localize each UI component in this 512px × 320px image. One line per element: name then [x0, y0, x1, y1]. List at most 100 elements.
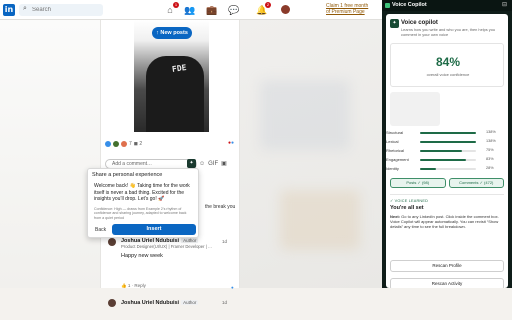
metric-track	[420, 150, 476, 152]
metric-track	[420, 132, 476, 134]
all-set-title: You're all set	[390, 205, 424, 211]
linkedin-logo-icon[interactable]: in	[3, 4, 15, 16]
notifications-icon[interactable]: 🔔 2	[256, 2, 271, 16]
commenter-avatar[interactable]	[108, 299, 116, 307]
metric-value: 138%	[486, 130, 496, 134]
emoji-icon[interactable]: ☺	[199, 161, 205, 167]
commenter-name[interactable]: Joshua Uriel Ndubuisi	[121, 300, 179, 306]
metric-fill	[420, 132, 476, 134]
confidence-card: 84% overall voice confidence	[390, 43, 504, 87]
suggested-comment-text: Welcome back! 👋 Taking time for the work…	[94, 183, 190, 202]
metric-row: Engagement 83%	[386, 157, 508, 163]
like-reaction-icon	[105, 141, 111, 147]
partial-comment-text: the break you	[205, 204, 236, 210]
gif-button[interactable]: GIF	[208, 161, 218, 167]
close-icon[interactable]: ⊟	[502, 1, 507, 8]
metric-value: 138%	[486, 139, 496, 143]
commenter-headline: Product Designer(UI/UX) | Framer Develop…	[121, 244, 213, 249]
extension-header-title: Voice Copilot	[392, 2, 427, 8]
metric-fill	[420, 141, 476, 143]
voice-chart-placeholder	[390, 92, 440, 126]
rescan-activity-button[interactable]: Rescan Activity	[390, 278, 504, 288]
divider	[390, 194, 504, 195]
notifications-badge: 2	[265, 2, 271, 8]
metric-label: Rhetorical	[386, 148, 405, 153]
search-input[interactable]	[32, 6, 98, 14]
voice-learned-label: ✓ VOICE LEARNED	[390, 199, 429, 203]
comment-actions: 👍 1 · Reply	[121, 283, 146, 288]
comment-count-icon: ◼ 2	[133, 141, 143, 147]
extension-panel: ✦ Voice copilot Learns how you write and…	[386, 14, 508, 288]
metric-row: Lexical 138%	[386, 139, 508, 145]
left-sidebar-blurred	[0, 20, 100, 288]
next-steps-text: Next: Go to any LinkedIn post. Click ins…	[390, 214, 502, 230]
premium-link[interactable]: Claim 1 free month of Premium Page	[326, 3, 370, 15]
reactions-summary[interactable]: 7 ◼ 2	[105, 140, 142, 148]
metric-track	[420, 159, 476, 161]
metric-value: 75%	[486, 148, 494, 152]
comment-time: 1d	[222, 300, 228, 305]
comment-item: Joshua Uriel Ndubuisi Author	[121, 300, 231, 306]
love-reaction-icon	[121, 141, 127, 147]
confidence-label: overall voice confidence	[426, 72, 470, 77]
author-badge: Author	[181, 300, 199, 305]
home-icon[interactable]: ⌂ 1	[164, 2, 179, 16]
popup-title: Share a personal experience	[92, 172, 163, 178]
linkedin-topbar: in ⌕ ⌂1 👥 💼 💬 🔔2 Claim 1 free month of P…	[0, 0, 382, 20]
metric-track	[420, 168, 476, 170]
comment-text: Happy new week	[121, 253, 163, 259]
jobs-icon[interactable]: 💼	[206, 4, 218, 16]
new-posts-button[interactable]: ↑ New posts	[152, 27, 192, 39]
metric-fill	[420, 168, 436, 170]
metric-label: Lexical	[386, 139, 399, 144]
like-icon: ●	[231, 140, 235, 146]
rescan-profile-button[interactable]: Rescan Profile	[390, 260, 504, 272]
blurred-card	[260, 80, 350, 150]
metric-label: Identity	[386, 166, 399, 171]
metric-label: Engagement	[386, 157, 409, 162]
voice-copilot-suggestion-popup: Share a personal experience Welcome back…	[87, 168, 199, 238]
metric-value: 28%	[486, 166, 494, 170]
metric-value: 83%	[486, 157, 494, 161]
reactions-count: 7	[129, 141, 132, 147]
author-badge: Author	[181, 238, 199, 243]
metric-fill	[420, 159, 467, 161]
confidence-score: 84%	[435, 55, 461, 69]
tab-comments[interactable]: Comments ✓ (472)	[448, 178, 504, 188]
tab-posts[interactable]: Posts ✓ (98)	[390, 178, 446, 188]
search-box[interactable]: ⌕	[19, 4, 103, 16]
messaging-icon[interactable]: 💬	[228, 4, 240, 16]
voice-copilot-extension: Voice Copilot ⊟ ✦ Voice copilot Learns h…	[382, 0, 512, 288]
metric-row: Structural 138%	[386, 130, 508, 136]
comment-item: Joshua Uriel Ndubuisi Author Product Desi…	[121, 238, 231, 259]
blurred-card	[280, 190, 360, 250]
network-icon[interactable]: 👥	[184, 4, 196, 16]
comment-like-indicator-icon: ●	[231, 285, 234, 290]
panel-title: Voice copilot	[401, 20, 438, 26]
comment-tools: ✦ ☺ GIF ▣	[187, 159, 227, 168]
insert-button[interactable]: Insert	[112, 224, 196, 235]
voice-copilot-trigger-icon[interactable]: ✦	[187, 159, 196, 168]
home-badge: 1	[173, 2, 179, 8]
extension-header: Voice Copilot ⊟	[382, 0, 512, 11]
extension-logo-icon	[385, 3, 390, 8]
metric-row: Rhetorical 75%	[386, 148, 508, 154]
confidence-note: Confidence: High — draws from Example 2'…	[94, 207, 187, 220]
metric-fill	[420, 150, 462, 152]
panel-subtitle: Learns how you write and who you are, th…	[401, 27, 496, 37]
me-avatar[interactable]	[281, 5, 290, 14]
back-button[interactable]: Back	[95, 227, 106, 233]
metric-row: Identity 28%	[386, 166, 508, 172]
image-icon[interactable]: ▣	[221, 160, 227, 167]
right-rail-blurred	[240, 20, 382, 288]
celebrate-reaction-icon	[113, 141, 119, 147]
reply-button[interactable]: Reply	[134, 283, 146, 288]
search-icon: ⌕	[23, 5, 27, 12]
metric-label: Structural	[386, 130, 404, 135]
commenter-avatar[interactable]	[108, 238, 116, 246]
source-tabs: Posts ✓ (98) Comments ✓ (472)	[390, 178, 504, 188]
like-comment-icon[interactable]: 👍	[121, 283, 127, 288]
next-steps-body: Go to any LinkedIn post. Click inside th…	[390, 214, 499, 230]
reactions-right[interactable]: ●●	[228, 140, 234, 146]
comment-time: 1d	[222, 239, 228, 244]
